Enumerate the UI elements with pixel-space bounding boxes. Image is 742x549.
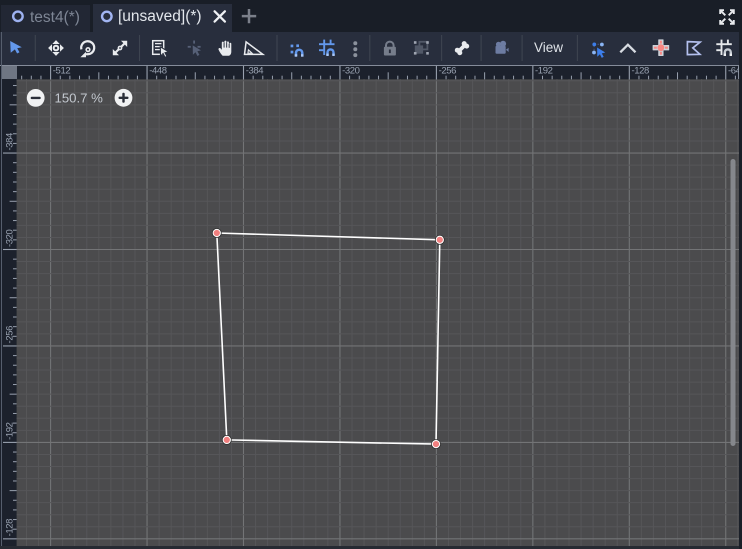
- svg-text:150.7 %: 150.7 %: [55, 91, 104, 106]
- svg-text:-128: -128: [632, 65, 650, 76]
- svg-text:-384: -384: [246, 65, 264, 76]
- svg-text:-192: -192: [535, 65, 553, 76]
- svg-text:-128: -128: [4, 519, 15, 537]
- svg-text:-384: -384: [4, 133, 15, 151]
- svg-text:-512: -512: [53, 65, 71, 76]
- svg-text:-448: -448: [149, 65, 167, 76]
- svg-text:-192: -192: [4, 422, 15, 440]
- svg-text:-320: -320: [342, 65, 360, 76]
- svg-text:-256: -256: [439, 65, 457, 76]
- svg-text:-256: -256: [4, 326, 15, 344]
- svg-text:-320: -320: [4, 229, 15, 247]
